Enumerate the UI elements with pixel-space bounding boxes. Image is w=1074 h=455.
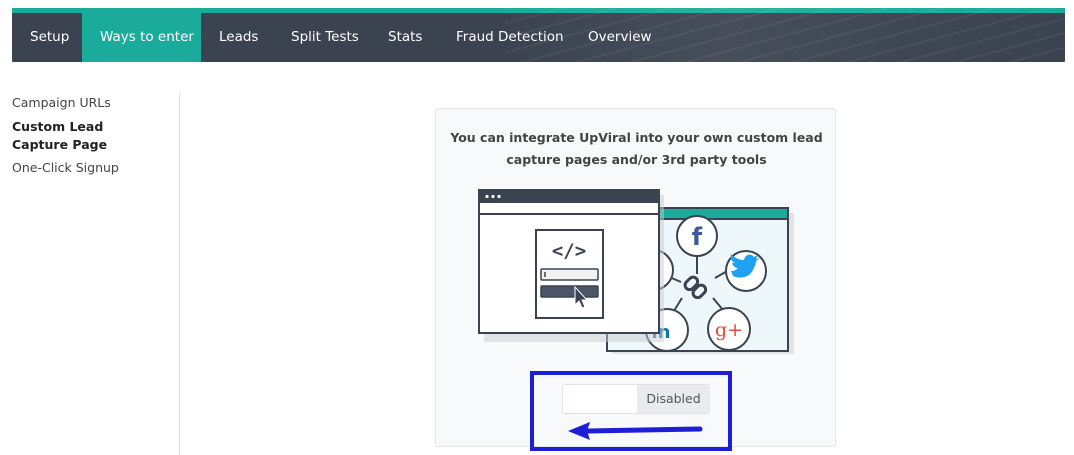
sidebar-item-campaign-urls[interactable]: Campaign URLs [12, 94, 162, 112]
tab-setup[interactable]: Setup [12, 13, 82, 62]
code-icon: </> [552, 240, 586, 262]
annotation-arrow [568, 422, 703, 440]
tab-fraud-detection[interactable]: Fraud Detection [438, 13, 570, 62]
sidebar-item-one-click-signup[interactable]: One-Click Signup [12, 159, 162, 177]
sidebar: Campaign URLs Custom Lead Capture Page O… [12, 94, 162, 177]
sidebar-item-custom-lead-capture[interactable]: Custom Lead Capture Page [12, 118, 157, 154]
sidebar-divider [179, 94, 180, 455]
tab-overview[interactable]: Overview [570, 13, 664, 62]
google-plus-icon: g+ [707, 307, 751, 351]
tab-split-tests[interactable]: Split Tests [273, 13, 370, 62]
svg-text:g+: g+ [715, 319, 743, 341]
tab-bar: Setup Ways to enter Leads Split Tests St… [12, 13, 664, 62]
tab-ways-to-enter[interactable]: Ways to enter [82, 13, 201, 62]
svg-text:f: f [692, 223, 703, 251]
tab-leads[interactable]: Leads [201, 13, 273, 62]
tab-stats[interactable]: Stats [370, 13, 438, 62]
top-nav: Setup Ways to enter Leads Split Tests St… [12, 8, 1065, 62]
integration-description: You can integrate UpViral into your own … [450, 130, 823, 167]
facebook-icon: f [676, 215, 718, 257]
twitter-icon [725, 250, 767, 292]
integration-illustration: f g+ in </> [478, 189, 794, 354]
